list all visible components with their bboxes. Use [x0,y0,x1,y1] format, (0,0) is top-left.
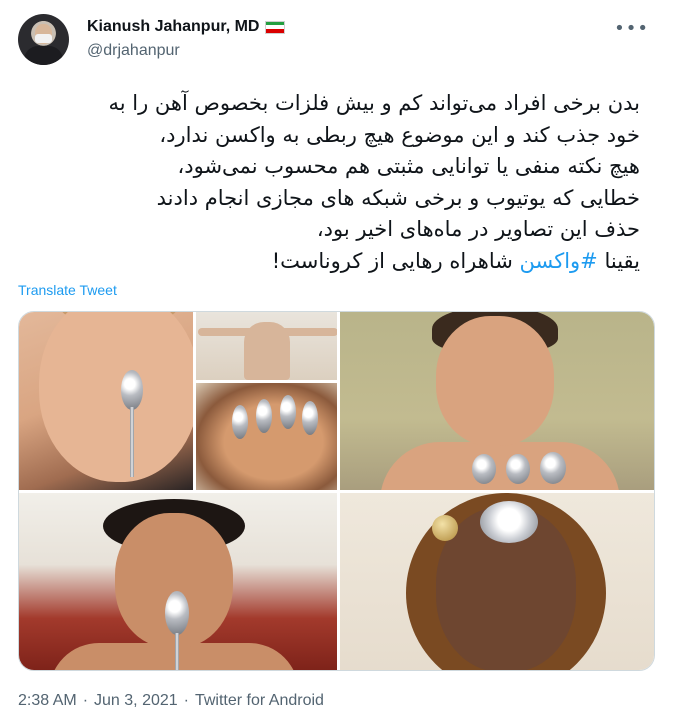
more-horizontal-icon[interactable]: ••• [614,18,649,39]
photo-boy-spoons-on-chest[interactable] [340,312,654,490]
spoon-shape [280,395,296,429]
mirror-shape [480,501,538,543]
tweet-date[interactable]: Jun 3, 2021 [94,692,178,710]
spoon-handle-shape [130,407,134,477]
iran-flag-icon [265,20,286,34]
flag-stripe-red [266,28,285,33]
spoon-shape [165,591,189,635]
photo-shape [380,442,620,490]
tweet-last-line: یقینا #واکسن شاهراه رهایی از کروناست! [18,246,640,278]
tweet-line: خطایی که یوتیوب و برخی شبکه های مجازی ان… [156,185,640,210]
photo-spoons-on-skin[interactable] [196,383,337,490]
spoon-shape [472,454,496,484]
meta-separator: · [183,692,189,709]
meta-separator: · [82,692,89,709]
photo-shape [244,322,290,380]
tweet-line: خود جذب کند و این موضوع هیچ ربطی به واکس… [159,122,640,147]
avatar-suit [24,46,63,65]
media-grid [18,311,655,671]
spoon-shape [540,452,566,484]
tweet-last-line-prefix: یقینا [597,248,640,273]
spoon-shape [302,401,318,435]
tweet-text: بدن برخی افراد می‌تواند کم و بیش فلزات ب… [18,88,640,278]
author-handle[interactable]: @drjahanpur [87,42,180,60]
tweet-line: بدن برخی افراد می‌تواند کم و بیش فلزات ب… [108,91,640,115]
tweet-meta: 2:38 AM · Jun 3, 2021 · Twitter for Andr… [18,692,324,710]
spoon-shape [232,405,248,439]
photo-man-spoons-on-chest[interactable] [196,312,337,380]
photo-woman-coins-on-forehead[interactable] [340,493,654,670]
spoon-shape [256,399,272,433]
author-display-name[interactable]: Kianush Jahanpur, MD [87,18,259,36]
spoon-shape [506,454,530,484]
translate-tweet-link[interactable]: Translate Tweet [18,282,117,298]
spoon-shape [121,370,143,410]
tweet-source-link[interactable]: Twitter for Android [195,692,324,710]
tweet-line: حذف این تصاویر در ماه‌های اخیر بود، [316,217,640,242]
tweet-last-line-suffix: شاهراه رهایی از کروناست! [271,248,520,273]
hashtag-link[interactable]: #واکسن [519,249,597,273]
coin-shape [432,515,458,541]
photo-boy-spoon-on-face[interactable] [19,493,337,670]
spoon-handle-shape [175,633,179,670]
photo-shape [39,312,193,482]
avatar-mask [35,34,52,43]
author-avatar[interactable] [18,14,69,65]
photo-shape [436,316,554,446]
photo-boy-spoon-on-nose[interactable] [19,312,193,490]
tweet-line: هیچ نکته منفی یا توانایی مثبتی هم محسوب … [177,154,640,179]
tweet-time[interactable]: 2:38 AM [18,692,77,710]
author-name-row[interactable]: Kianush Jahanpur, MD [87,18,286,36]
